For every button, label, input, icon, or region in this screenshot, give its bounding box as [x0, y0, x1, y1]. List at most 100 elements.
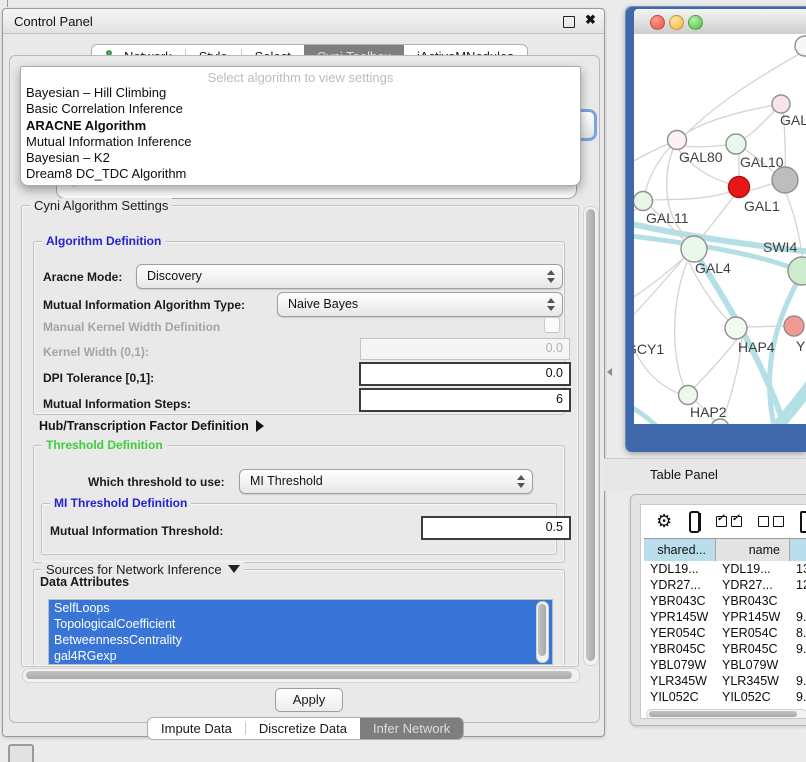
dock-panel-icon[interactable] — [8, 744, 34, 762]
select-all-icon[interactable] — [716, 516, 742, 527]
apply-button[interactable]: Apply — [275, 688, 343, 712]
mi-steps-field[interactable]: 6 — [359, 388, 571, 412]
tab-impute-data[interactable]: Impute Data — [148, 718, 245, 739]
stepper-icon — [545, 265, 557, 288]
node-label: GAL10 — [740, 154, 784, 170]
network-node-gal[interactable] — [772, 95, 790, 113]
table-row[interactable]: YLR345WYLR345W9. — [644, 673, 806, 689]
stepper-icon — [515, 470, 527, 493]
table-cell: YBR043C — [716, 593, 790, 609]
algorithm-option[interactable]: Mutual Information Inference — [21, 134, 580, 150]
network-node-gal1[interactable] — [729, 177, 750, 198]
network-node[interactable] — [795, 36, 806, 56]
table-cell: YER054C — [644, 625, 716, 641]
close-icon[interactable]: ✖ — [585, 12, 596, 28]
algorithm-option[interactable]: Bayesian – Hill Climbing — [21, 85, 580, 101]
data-attribute-item[interactable]: gal4RGexp — [49, 648, 552, 664]
node-label: GCY1 — [634, 341, 664, 357]
network-node-gal10[interactable] — [726, 134, 746, 154]
hub-definition-expander[interactable]: Hub/Transcription Factor Definition — [39, 419, 264, 433]
table-row[interactable]: YIL052CYIL052C9. — [644, 689, 806, 705]
column-header-shared...[interactable]: shared... — [644, 539, 716, 561]
table-row[interactable]: YBL079WYBL079W — [644, 657, 806, 673]
table-cell: YIL052C — [644, 689, 716, 705]
mi-type-combo[interactable]: Naive Bayes — [277, 292, 563, 317]
table-cell: 8. — [790, 625, 806, 641]
scrollbar-thumb[interactable] — [538, 604, 546, 656]
scrollbar-thumb[interactable] — [26, 671, 572, 679]
data-attribute-item[interactable]: SelfLoops — [49, 600, 552, 616]
table-cell: 9. — [790, 609, 806, 625]
network-edge — [684, 145, 727, 147]
algorithm-option[interactable]: ARACNE Algorithm — [21, 118, 580, 134]
scrollbar-thumb[interactable] — [649, 711, 797, 717]
network-node-gal11[interactable] — [634, 192, 653, 211]
settings-horizontal-scrollbar[interactable] — [22, 668, 580, 683]
table-row[interactable]: YPR145WYPR145W9. — [644, 609, 806, 625]
control-panel-titlebar[interactable]: Control Panel ✖ — [3, 9, 604, 34]
panel-divider[interactable] — [603, 0, 625, 762]
dpi-tolerance-field[interactable]: 0.0 — [359, 362, 571, 386]
network-edge — [694, 339, 737, 388]
settings-vertical-scrollbar[interactable] — [583, 206, 599, 666]
which-threshold-combo[interactable]: MI Threshold — [239, 469, 533, 494]
table-cell: YPR145W — [644, 609, 716, 625]
node-label: Y — [796, 338, 806, 354]
algorithm-option[interactable]: Dream8 DC_TDC Algorithm — [21, 166, 580, 182]
column-header-name[interactable]: name — [716, 539, 790, 561]
export-table-icon[interactable] — [800, 511, 806, 533]
table-row[interactable]: YDR27...YDR27...12 — [644, 577, 806, 593]
data-attribute-item[interactable]: BetweennessCentrality — [49, 632, 552, 648]
close-traffic-light-icon[interactable] — [650, 15, 665, 30]
cyni-algorithm-settings-title: Cyni Algorithm Settings — [30, 198, 172, 213]
table-horizontal-scrollbar[interactable] — [646, 709, 806, 719]
table-cell: YLR345W — [644, 673, 716, 689]
threshold-definition-title: Threshold Definition — [42, 438, 167, 452]
manual-kernel-checkbox[interactable] — [544, 317, 560, 333]
mi-threshold-field[interactable]: 0.5 — [421, 516, 571, 540]
algorithm-option[interactable]: Basic Correlation Inference — [21, 101, 580, 117]
network-node-swi4[interactable] — [788, 257, 806, 285]
table-cell: YDL19... — [716, 561, 790, 577]
zoom-traffic-light-icon[interactable] — [688, 15, 703, 30]
screen: Control Panel ✖ NetworkStyleSelectCyni T… — [0, 0, 806, 762]
mi-type-value: Naive Bayes — [288, 297, 358, 311]
network-node[interactable] — [772, 167, 798, 193]
table-row[interactable]: YBR043CYBR043C — [644, 593, 806, 609]
table-inner-panel: ⚙ shared...name YDL19...YDL19...13YDR27.… — [640, 504, 806, 719]
control-panel-window: Control Panel ✖ NetworkStyleSelectCyni T… — [2, 8, 605, 737]
tab-infer-network[interactable]: Infer Network — [360, 718, 463, 739]
deselect-all-icon[interactable] — [758, 516, 784, 527]
control-panel-title: Control Panel — [14, 14, 93, 29]
column-header-hidden[interactable] — [790, 539, 806, 561]
network-edge — [652, 192, 730, 200]
divider-collapse-icon[interactable] — [607, 368, 612, 376]
split-columns-icon[interactable] — [689, 511, 699, 533]
table-row[interactable]: YER054CYER054C8. — [644, 625, 806, 641]
network-node-hap4[interactable] — [725, 317, 747, 339]
gear-icon[interactable]: ⚙ — [656, 511, 672, 532]
scrollbar-thumb[interactable] — [586, 209, 595, 661]
algorithm-option[interactable]: Bayesian – K2 — [21, 150, 580, 166]
aracne-mode-combo[interactable]: Discovery — [136, 264, 563, 289]
table-row[interactable]: YDL19...YDL19...13 — [644, 561, 806, 577]
network-canvas[interactable]: GALGAL80GAL10GAL1GAL11GAL4SWI4HAP4YGCY1H… — [634, 34, 806, 424]
table-cell: 9. — [790, 641, 806, 657]
float-window-icon[interactable] — [563, 16, 575, 28]
kernel-width-field[interactable]: 0.0 — [360, 338, 570, 360]
network-node-hap2[interactable] — [679, 386, 698, 405]
tab-discretize-data[interactable]: Discretize Data — [246, 718, 360, 739]
minimize-traffic-light-icon[interactable] — [669, 15, 684, 30]
network-node-y[interactable] — [784, 316, 804, 336]
network-node-gal80[interactable] — [668, 131, 687, 150]
attribute-list-scrollbar[interactable] — [536, 601, 549, 663]
data-attribute-item[interactable]: TopologicalCoefficient — [49, 616, 552, 632]
network-edge — [700, 196, 734, 239]
algorithm-dropdown-popup: Select algorithm to view settings Bayesi… — [20, 66, 581, 186]
table-row[interactable]: YBR045CYBR045C9. — [644, 641, 806, 657]
network-node-gal4[interactable] — [681, 236, 707, 262]
table-window: ⚙ shared...name YDL19...YDL19...13YDR27.… — [630, 494, 806, 726]
table-cell: YIL052C — [716, 689, 790, 705]
network-window-titlebar[interactable] — [634, 9, 806, 35]
table-cell: YPR145W — [716, 609, 790, 625]
